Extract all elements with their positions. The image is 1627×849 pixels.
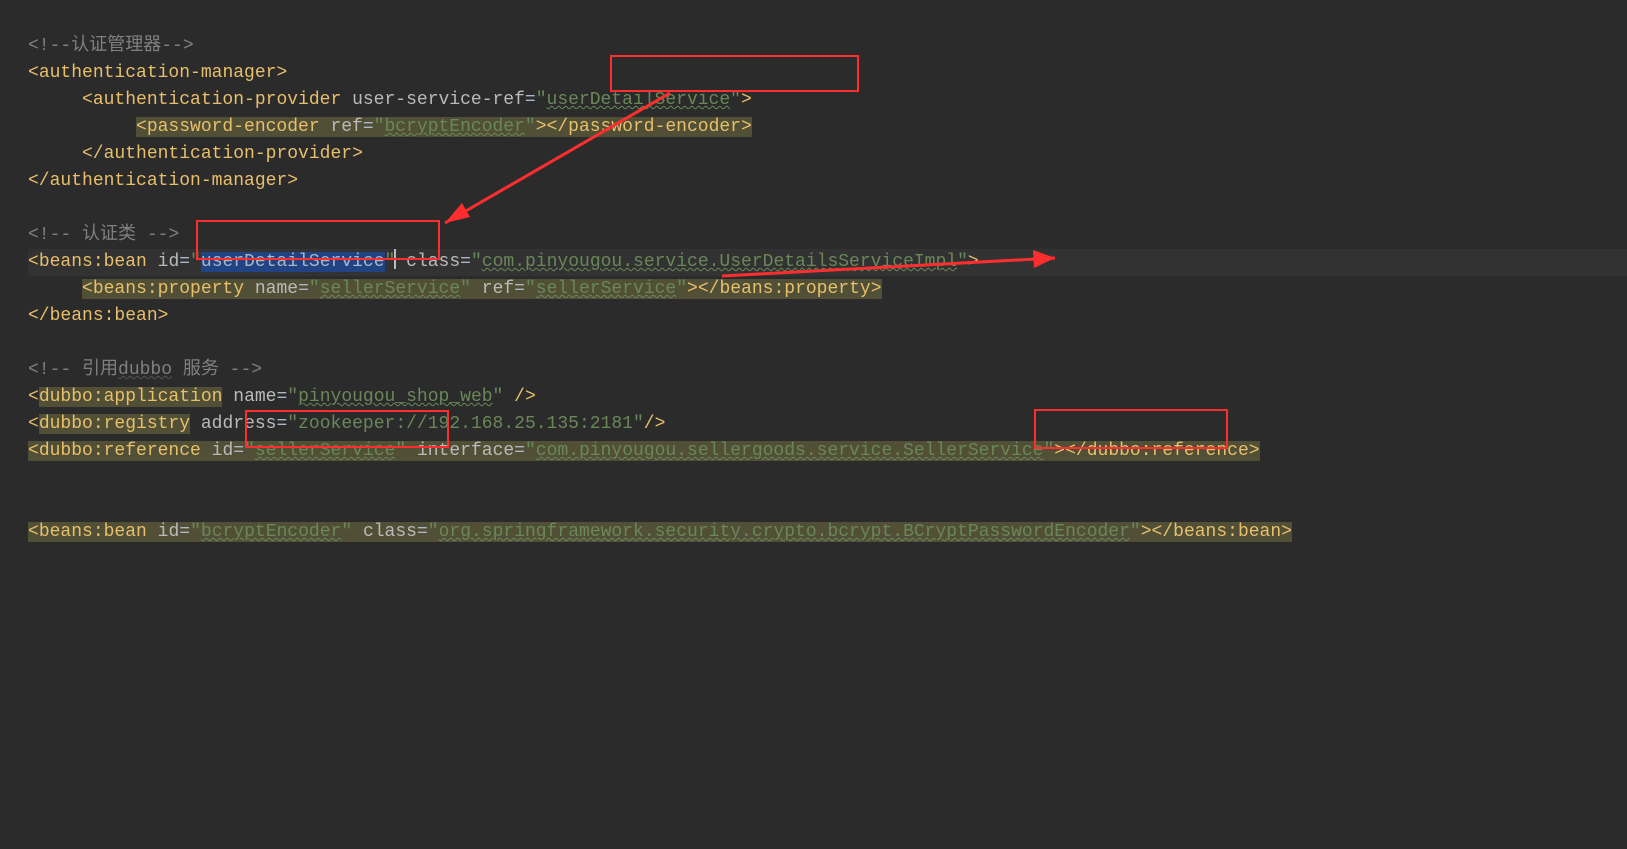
attr-name: user-service-ref [352, 90, 525, 110]
text-caret [394, 249, 396, 269]
attr-value: userDetailService [547, 90, 731, 110]
tag-name: password-encoder [147, 117, 320, 137]
code-content: <!--认证管理器--> <authentication-manager> <a… [28, 33, 1627, 546]
tag-name: dubbo:reference [39, 441, 201, 461]
tag-name: beans:bean [39, 522, 147, 542]
code-editor[interactable]: <!--认证管理器--> <authentication-manager> <a… [0, 0, 1627, 849]
tag-open: < [28, 63, 39, 83]
tag-name: dubbo:registry [39, 414, 190, 434]
tag-name: beans:bean [39, 252, 147, 272]
selected-text: userDetailService [201, 252, 385, 272]
tag-name: authentication-provider [93, 90, 341, 110]
comment: <!-- 认证类 --> [28, 225, 179, 245]
tag-name: beans:property [93, 279, 244, 299]
tag-name: authentication-manager [39, 63, 277, 83]
comment: <!-- 引用dubbo 服务 --> [28, 360, 262, 380]
comment: <!--认证管理器--> [28, 36, 194, 56]
tag-name: dubbo:application [39, 387, 223, 407]
